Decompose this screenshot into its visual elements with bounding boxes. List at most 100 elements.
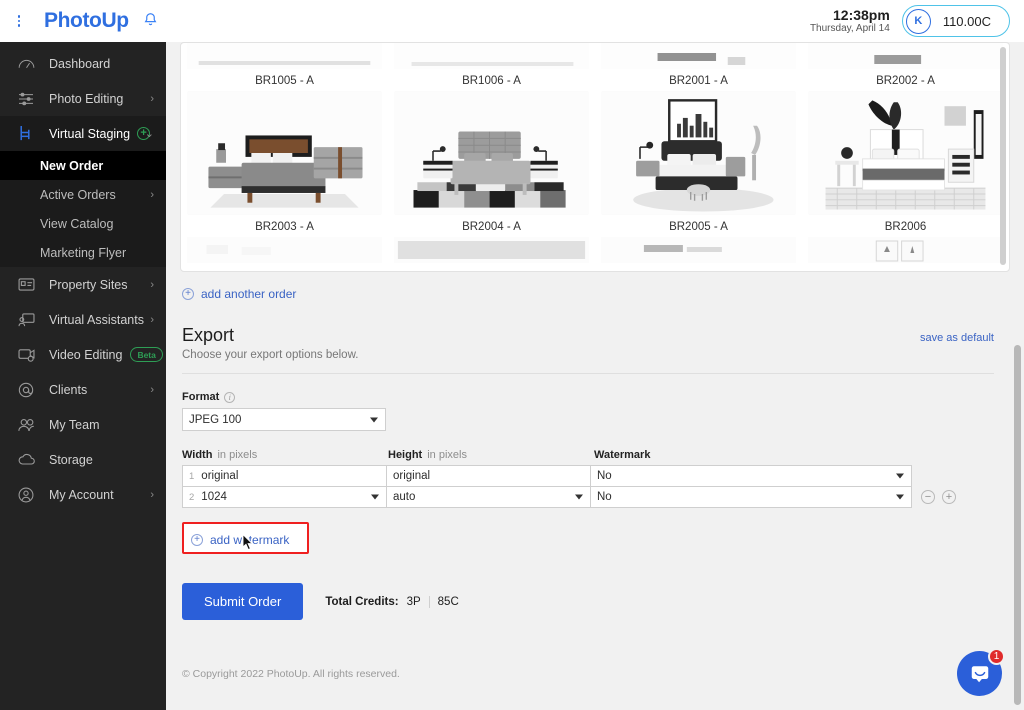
chevron-right-icon: › [150,314,154,326]
catalog-item-name: BR2003 - A [187,215,382,237]
sidebar-item-active-orders[interactable]: Active Orders › [0,180,166,209]
catalog-cell[interactable] [181,43,388,69]
page-scrollbar[interactable] [1013,0,1022,710]
catalog-row-cutoff-top [181,43,1009,69]
catalog-cell[interactable] [181,237,388,263]
total-credits-p: 3P [407,596,421,608]
sidebar-item-clients[interactable]: Clients › [0,372,166,407]
chevron-down-icon [575,495,583,500]
intercom-chat-icon [969,663,991,685]
chevron-right-icon: › [150,384,154,396]
format-select[interactable]: JPEG 100 [182,408,386,431]
plus-circle-icon[interactable]: + [942,490,956,504]
speedometer-icon [18,55,38,73]
kebab-menu-icon[interactable] [10,15,28,27]
catalog-cell-label: BR2001 - A [595,69,802,91]
sidebar-item-photo-editing[interactable]: Photo Editing › [0,81,166,116]
chat-launcher-button[interactable]: 1 [957,651,1002,696]
catalog-cell[interactable] [388,91,595,215]
video-gear-icon [18,346,38,364]
sidebar-subitem-label: Active Orders [40,188,116,202]
catalog-thumb [601,43,796,69]
top-bar-right: 12:38pm Thursday, April 14 K 110.00C [810,5,1024,37]
sidebar-item-dashboard[interactable]: Dashboard [0,46,166,81]
watermark-select-row-1[interactable]: No [590,465,912,487]
catalog-cell[interactable] [802,91,1009,215]
catalog-cell-label: BR2005 - A [595,215,802,237]
width-select-row-2[interactable]: 2 1024 [182,486,386,508]
catalog-thumb-br2003[interactable] [187,91,382,215]
watermark-select-row-2[interactable]: No [590,486,912,508]
sidebar-item-label: Video Editing [49,348,122,362]
user-circle-icon [18,486,38,504]
catalog-item-name: BR2001 - A [601,69,796,91]
sidebar-item-new-order[interactable]: New Order [0,151,166,180]
bell-icon[interactable] [143,11,158,31]
clock-block: 12:38pm Thursday, April 14 [810,8,890,35]
chevron-down-icon [896,495,904,500]
catalog-cell[interactable] [181,91,388,215]
height-select-row-2[interactable]: auto [386,486,590,508]
width-input-row-1[interactable]: 1 original [182,465,386,487]
at-sign-icon [18,381,38,399]
height-value: original [393,470,430,482]
catalog-cell[interactable] [802,43,1009,69]
catalog-thumb-br2004[interactable] [394,91,589,215]
catalog-item-name: BR1006 - A [394,69,589,91]
catalog-cell[interactable] [388,43,595,69]
minus-circle-icon[interactable]: − [921,490,935,504]
sidebar-item-my-account[interactable]: My Account › [0,477,166,512]
sidebar-item-property-sites[interactable]: Property Sites › [0,267,166,302]
submit-order-button[interactable]: Submit Order [182,583,303,620]
catalog-label-row-bottom: BR2003 - A BR2004 - A BR2005 - A BR2006 [181,215,1009,237]
id-card-icon [18,276,38,294]
catalog-cell[interactable] [595,43,802,69]
credit-balance-pill[interactable]: K 110.00C [902,5,1010,37]
height-value: auto [393,491,415,503]
sidebar-item-label: Photo Editing [49,92,123,106]
brand-logo[interactable]: PhotoUp [44,9,129,33]
sidebar-item-storage[interactable]: Storage [0,442,166,477]
catalog-cell[interactable] [595,237,802,263]
clock-date: Thursday, April 14 [810,23,890,34]
page-scrollbar-thumb[interactable] [1014,345,1021,705]
add-another-order-button[interactable]: + add another order [182,287,296,301]
catalog-scrollbar-thumb[interactable] [1000,47,1006,265]
chair-icon [18,125,38,143]
sidebar-submenu-virtual-staging: New Order Active Orders › View Catalog M… [0,151,166,267]
sidebar-item-label: Virtual Assistants [49,313,144,327]
save-as-default-button[interactable]: save as default [920,332,994,344]
catalog-thumb-br2005[interactable] [601,91,796,215]
sidebar-item-marketing-flyer[interactable]: Marketing Flyer [0,238,166,267]
info-icon[interactable]: i [224,392,235,403]
sliders-icon [18,90,38,108]
chevron-down-icon [896,474,904,479]
sidebar-item-virtual-assistants[interactable]: Virtual Assistants › [0,302,166,337]
catalog-thumb [808,43,1003,69]
copyright-text: © Copyright 2022 PhotoUp. All rights res… [166,668,1024,680]
add-watermark-button[interactable]: + add watermark [191,533,289,547]
sidebar-item-view-catalog[interactable]: View Catalog [0,209,166,238]
catalog-label-row-top: BR1005 - A BR1006 - A BR2001 - A BR2002 … [181,69,1009,91]
dimension-headers: Width in pixels Height in pixels Waterma… [182,449,1008,461]
sidebar-item-my-team[interactable]: My Team [0,407,166,442]
sidebar-item-label: Storage [49,453,93,467]
catalog-thumb-br2006[interactable] [808,91,1003,215]
catalog-item-name: BR1005 - A [187,69,382,91]
divider [429,596,430,608]
presenter-icon [18,311,38,329]
sidebar-item-virtual-staging[interactable]: Virtual Staging + ⌄ [0,116,166,151]
top-bar: PhotoUp 12:38pm Thursday, April 14 K 110… [0,0,1024,42]
catalog-row-cutoff-bottom [181,237,1009,263]
sidebar: Dashboard Photo Editing › Virtual Stagin… [0,42,166,710]
catalog-cell[interactable] [388,237,595,263]
watermark-label: Watermark [594,449,650,461]
catalog-cell[interactable] [595,91,802,215]
catalog-cell[interactable] [802,237,1009,263]
add-another-order-label: add another order [201,287,296,301]
row-controls: − + [921,490,956,504]
sidebar-item-video-editing[interactable]: Video Editing Beta [0,337,166,372]
format-label: Format [182,391,219,403]
height-input-row-1[interactable]: original [386,465,590,487]
catalog-thumb [601,237,796,263]
